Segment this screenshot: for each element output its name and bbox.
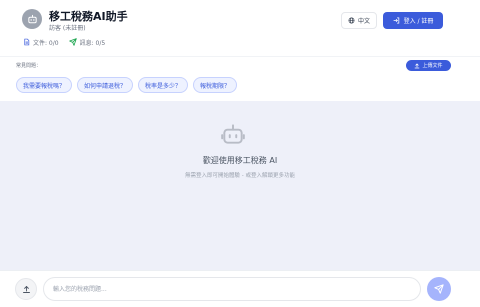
file-usage-label: 文件: 0/0	[33, 39, 59, 47]
upload-file-label: 上傳文件	[422, 63, 443, 69]
chat-area: 歡迎使用移工稅務 AI 無需登入即可開始體驗 - 或登入解鎖更多功能	[0, 101, 480, 270]
attach-button[interactable]	[15, 278, 37, 300]
upload-icon	[415, 62, 420, 68]
app-header: 移工稅務AI助手 訪客 (未註冊) 文件: 0/0 訊息: 0/5 中文 登入 …	[0, 0, 480, 56]
message-composer	[0, 270, 480, 307]
message-usage: 訊息: 0/5	[68, 38, 106, 47]
welcome-subtitle: 無需登入即可開始體驗 - 或登入解鎖更多功能	[185, 173, 295, 179]
upload-icon	[22, 285, 30, 293]
message-input[interactable]	[43, 277, 421, 301]
faq-chip-refund[interactable]: 如何申請退稅？	[77, 77, 134, 93]
paper-plane-icon	[68, 38, 77, 46]
file-icon	[24, 38, 30, 46]
language-button[interactable]: 中文	[341, 12, 377, 29]
login-register-label: 登入 / 註冊	[403, 18, 434, 25]
globe-icon	[348, 17, 355, 24]
faq-chip-need-to-file[interactable]: 我需要報稅嗎？	[16, 77, 73, 93]
send-icon	[434, 284, 444, 294]
robot-icon	[221, 124, 245, 144]
faq-chip-list: 我需要報稅嗎？ 如何申請退稅？ 稅率是多少？ 報稅期限？	[16, 77, 242, 93]
login-icon	[393, 17, 399, 24]
message-usage-label: 訊息: 0/5	[79, 39, 106, 47]
language-label: 中文	[357, 18, 370, 25]
login-register-button[interactable]: 登入 / 註冊	[383, 12, 443, 29]
faq-chip-tax-rate[interactable]: 稅率是多少？	[138, 77, 189, 93]
upload-file-button[interactable]: 上傳文件	[406, 60, 451, 71]
usage-counters: 文件: 0/0 訊息: 0/5	[23, 37, 115, 47]
faq-label: 常見問題：	[16, 63, 42, 69]
guest-status-label: 訪客 (未註冊)	[49, 25, 86, 32]
faq-chip-deadline[interactable]: 報稅期限？	[193, 77, 238, 93]
send-button[interactable]	[427, 277, 451, 301]
app-title: 移工稅務AI助手	[49, 10, 128, 23]
file-usage: 文件: 0/0	[23, 38, 59, 47]
faq-section: 常見問題： 上傳文件 我需要報稅嗎？ 如何申請退稅？ 稅率是多少？ 報稅期限？	[0, 56, 480, 100]
robot-logo-icon	[22, 9, 42, 29]
welcome-title: 歡迎使用移工稅務 AI	[202, 156, 278, 165]
